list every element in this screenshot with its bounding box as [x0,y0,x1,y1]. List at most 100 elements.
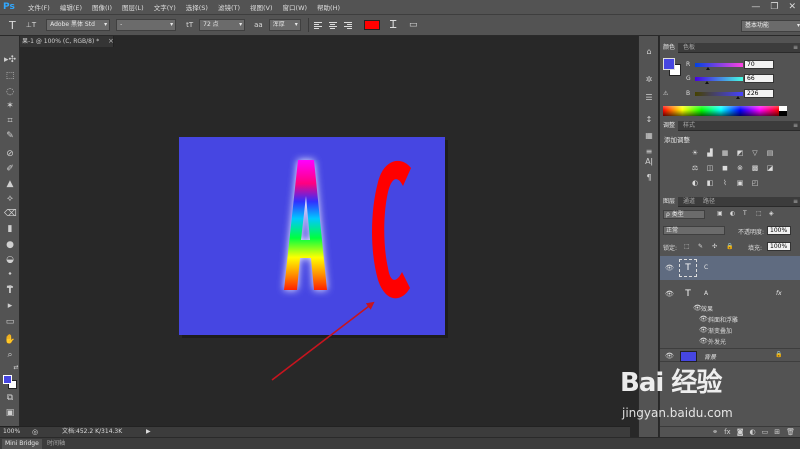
adjustment-icon[interactable]: ◼ [720,163,730,173]
adjustment-icon[interactable]: ◩ [735,148,745,158]
menu-edit[interactable]: 编辑(E) [55,2,87,12]
layer-row-a[interactable]: 👁 T A fx [660,282,800,306]
panel-menu-icon[interactable]: ≡ [793,197,798,207]
status-menu-arrow-icon[interactable]: ▶ [146,427,151,437]
adjustment-icon[interactable]: ◧ [705,178,715,188]
layer-row-c[interactable]: 👁 T C [660,256,800,280]
tool-presets-icon[interactable]: ▦ [643,130,655,142]
panel-menu-icon[interactable]: ≡ [793,43,798,53]
paragraph-panel-icon[interactable]: ¶ [643,172,655,184]
type-tool-icon[interactable]: T [9,19,16,32]
opacity-input[interactable]: 100% [767,226,791,235]
hand-tool-icon[interactable]: ✋ [4,334,16,346]
gradient-tool-icon[interactable]: ▮ [4,223,16,235]
lock-all-icon[interactable]: 🔒 [726,243,733,250]
pen-tool-icon[interactable]: ⬩ [4,268,16,280]
adjustment-icon[interactable]: ▟ [705,148,715,158]
layer-row-background[interactable]: 👁 背景 🔒 [660,348,800,362]
adjustment-icon[interactable]: ▣ [735,178,745,188]
minimize-icon[interactable]: — [751,2,760,12]
adjustment-icon[interactable]: ☀ [690,148,700,158]
move-tool-icon[interactable]: ▸✣ [4,54,16,66]
lock-position-icon[interactable]: ✣ [712,243,717,250]
slider-green[interactable]: G 66 [660,74,800,84]
menu-help[interactable]: 帮助(H) [312,2,345,12]
adjustment-icon[interactable]: ⚖ [690,163,700,173]
tab-color[interactable]: 颜色 [660,43,679,53]
menu-type[interactable]: 文字(Y) [149,2,181,12]
brush-tool-icon[interactable]: ✐ [4,163,16,175]
text-orientation-icon[interactable]: ⊥T [26,21,36,29]
layer-effects-icon[interactable]: fx [776,290,782,297]
path-select-tool-icon[interactable]: ▸ [4,300,16,312]
adjustment-icon[interactable]: ⌇ [720,178,730,188]
adjustment-icon[interactable]: ◪ [765,163,775,173]
quick-mask-icon[interactable]: ⧉ [4,392,16,404]
foreground-color-swatch[interactable] [3,375,12,384]
eyedropper-tool-icon[interactable]: ✎ [4,130,16,142]
tab-mini-bridge[interactable]: Mini Bridge [2,439,42,449]
lock-transparent-icon[interactable]: ⬚ [684,243,690,250]
menu-image[interactable]: 图像(I) [87,2,117,12]
red-value[interactable]: 70 [744,60,774,69]
adjustment-icon[interactable]: ▤ [765,148,775,158]
slider-blue[interactable]: ⚠ B 226 [660,89,800,99]
color-spectrum-bar[interactable] [663,106,779,116]
filter-pixel-icon[interactable]: ▣ [717,210,723,217]
blue-value[interactable]: 226 [744,89,774,98]
brush-panel-icon[interactable]: ✲ [643,74,655,86]
filter-type-icon[interactable]: T [743,210,747,217]
green-value[interactable]: 66 [744,74,774,83]
visibility-eye-icon[interactable]: 👁 [665,264,674,272]
effect-bevel-emboss[interactable]: 斜面和浮雕 [708,315,738,324]
effect-eye-icon[interactable]: 👁 [699,326,708,334]
adjustment-icon[interactable]: ◰ [750,178,760,188]
adjustment-icon[interactable]: ◐ [690,178,700,188]
menu-layer[interactable]: 图层(L) [117,2,149,12]
font-style-select[interactable]: - [116,19,177,31]
menu-view[interactable]: 视图(V) [245,2,278,12]
history-panel-icon[interactable]: ⌂ [643,46,655,58]
restore-icon[interactable]: ❐ [770,2,778,12]
gamut-warning-icon[interactable]: ⚠ [663,89,668,99]
adjustment-icon[interactable]: ▽ [750,148,760,158]
effect-gradient-overlay[interactable]: 渐变叠加 [708,326,732,335]
layer-filter-select[interactable]: ρ 类型 [663,210,705,219]
adjustment-icon[interactable]: ▩ [750,163,760,173]
slider-thumb[interactable] [735,96,740,99]
antialias-select[interactable]: 浑厚 [268,19,301,31]
marquee-tool-icon[interactable]: ⬚ [4,70,16,82]
blend-mode-select[interactable]: 正常 [663,226,725,235]
layer-name[interactable]: 背景 [704,352,716,361]
adjustment-icon[interactable]: ◫ [705,163,715,173]
text-color-swatch[interactable] [363,20,380,30]
fill-input[interactable]: 100% [767,242,791,251]
properties-panel-icon[interactable]: ☰ [643,92,655,104]
effect-outer-glow[interactable]: 外发光 [708,337,726,346]
character-panel-icon[interactable]: ▭ [409,20,418,30]
adjustment-icon[interactable]: ⊗ [735,163,745,173]
menu-select[interactable]: 选择(S) [181,2,213,12]
slider-thumb[interactable] [705,67,710,70]
eraser-tool-icon[interactable]: ⌫ [4,208,17,220]
menu-window[interactable]: 窗口(W) [278,2,313,12]
align-left-button[interactable] [312,19,324,31]
blur-tool-icon[interactable]: ● [4,239,16,251]
tab-paths[interactable]: 路径 [700,197,718,207]
menu-file[interactable]: 文件(F) [23,2,55,12]
font-size-select[interactable]: 72 点 [199,19,246,31]
align-center-button[interactable] [327,19,339,31]
tab-timeline[interactable]: 时间轴 [44,439,68,449]
align-right-button[interactable] [342,19,354,31]
type-tool-icon[interactable]: T [4,285,16,297]
panel-menu-icon[interactable]: ≡ [793,121,798,131]
status-info-icon[interactable]: ◎ [32,427,38,437]
crop-tool-icon[interactable]: ⌗ [4,115,16,127]
shape-tool-icon[interactable]: ▭ [4,316,16,328]
warp-text-icon[interactable]: Ꮖ [390,18,397,32]
zoom-tool-icon[interactable]: ⌕ [4,349,16,361]
clone-source-icon[interactable]: ↕ [643,114,655,126]
effect-eye-icon[interactable]: 👁 [699,315,708,323]
effect-eye-icon[interactable]: 👁 [699,337,708,345]
zoom-level[interactable]: 100% [3,427,20,437]
